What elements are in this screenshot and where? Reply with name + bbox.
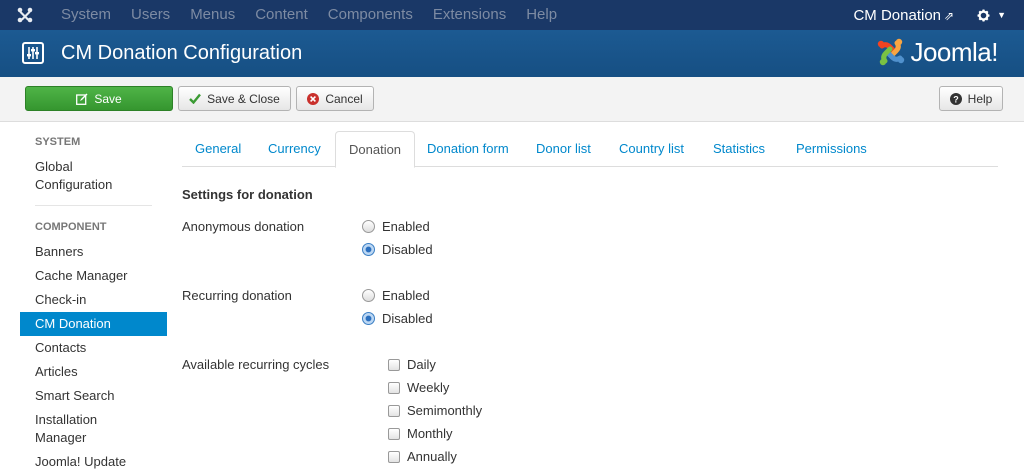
save-label: Save [94, 91, 122, 106]
brand-name: Joomla! [910, 36, 998, 67]
tab-donation-form[interactable]: Donation form [414, 131, 522, 167]
cycle-semimonthly-option[interactable]: Semimonthly [388, 403, 482, 418]
menu-content[interactable]: Content [245, 0, 318, 30]
cycle-semimonthly-checkbox[interactable] [388, 404, 400, 417]
cycle-annually-option[interactable]: Annually [388, 449, 457, 464]
sidebar-item-check-in[interactable]: Check-in [20, 291, 167, 309]
sidebar-item-articles[interactable]: Articles [20, 363, 167, 381]
option-label: Enabled [382, 219, 430, 234]
tab-permissions[interactable]: Permissions [783, 131, 880, 167]
tab-donation[interactable]: Donation [335, 131, 416, 168]
page-title: CM Donation Configuration [61, 42, 303, 64]
joomla-menu-icon[interactable] [0, 0, 50, 30]
save-close-button[interactable]: Save & Close [178, 86, 291, 111]
top-navbar: System Users Menus Content Components Ex… [0, 0, 1024, 30]
anonymous-enabled-option[interactable]: Enabled [362, 219, 430, 234]
option-label: Semimonthly [407, 403, 483, 418]
joomla-logo-icon [878, 38, 905, 66]
site-link-label: CM Donation [853, 6, 942, 24]
option-label: Daily [407, 357, 436, 372]
option-label: Weekly [407, 380, 450, 395]
save-close-label: Save & Close [207, 91, 280, 106]
menu-help[interactable]: Help [516, 0, 567, 30]
menu-components[interactable]: Components [318, 0, 423, 30]
site-link[interactable]: CM Donation ⇗ [853, 7, 954, 24]
menu-users[interactable]: Users [121, 0, 180, 30]
form-section-title: Settings for donation [182, 187, 313, 202]
external-link-icon: ⇗ [944, 8, 955, 23]
anonymous-disabled-radio[interactable] [362, 243, 375, 256]
joomla-brand: Joomla! [875, 36, 998, 68]
sidebar-item-cm-donation[interactable]: CM Donation [20, 312, 167, 336]
menu-extensions[interactable]: Extensions [423, 0, 516, 30]
recurring-enabled-radio[interactable] [362, 289, 375, 302]
svg-text:?: ? [953, 94, 959, 104]
option-label: Monthly [407, 426, 453, 441]
cancel-label: Cancel [325, 91, 363, 106]
anonymous-disabled-option[interactable]: Disabled [362, 242, 433, 257]
sidebar-item-global-configuration[interactable]: Global Configuration [20, 158, 167, 194]
cycle-annually-checkbox[interactable] [388, 450, 400, 463]
config-tabs: General Currency Donation Donation form … [182, 131, 998, 168]
menu-system[interactable]: System [50, 0, 121, 30]
caret-down-icon: ▼ [997, 10, 1006, 20]
sidebar-item-cache-manager[interactable]: Cache Manager [20, 267, 167, 285]
help-button[interactable]: ? Help [939, 86, 1003, 111]
toolbar: Save Save & Close Cancel ? Help [0, 77, 1024, 122]
cycle-weekly-option[interactable]: Weekly [388, 380, 449, 395]
sidebar-item-installation-manager[interactable]: Installation Manager [20, 411, 130, 447]
option-label: Enabled [382, 288, 430, 303]
sidebar-item-smart-search[interactable]: Smart Search [20, 387, 167, 405]
checkmark-icon [189, 93, 202, 104]
tab-currency[interactable]: Currency [255, 131, 334, 167]
cycle-monthly-checkbox[interactable] [388, 427, 400, 440]
top-menu: System Users Menus Content Components Ex… [50, 0, 567, 30]
option-label: Disabled [382, 311, 433, 326]
menu-menus[interactable]: Menus [180, 0, 245, 30]
page-header: CM Donation Configuration Joomla! [0, 30, 1024, 77]
cancel-circle-icon [307, 92, 320, 105]
tab-donor-list[interactable]: Donor list [523, 131, 604, 167]
anonymous-donation-label: Anonymous donation [182, 219, 305, 234]
equalizer-icon [22, 42, 44, 64]
tab-country-list[interactable]: Country list [606, 131, 697, 167]
option-label: Disabled [382, 242, 433, 257]
recurring-enabled-option[interactable]: Enabled [362, 288, 430, 303]
cycle-monthly-option[interactable]: Monthly [388, 426, 453, 441]
cycle-daily-option[interactable]: Daily [388, 357, 436, 372]
anonymous-enabled-radio[interactable] [362, 220, 375, 233]
top-right: CM Donation ⇗ ▼ [853, 0, 1006, 30]
gear-icon [977, 9, 990, 21]
save-button[interactable]: Save [25, 86, 173, 111]
option-label: Annually [407, 449, 457, 464]
recurring-donation-label: Recurring donation [182, 288, 292, 303]
sidebar-divider [35, 205, 152, 206]
question-circle-icon: ? [949, 92, 962, 105]
user-settings-dropdown[interactable]: ▼ [976, 8, 1006, 23]
sidebar-item-banners[interactable]: Banners [20, 243, 167, 261]
sidebar-item-joomla-update[interactable]: Joomla! Update [20, 453, 167, 471]
recurring-disabled-radio[interactable] [362, 312, 375, 325]
cancel-button[interactable]: Cancel [296, 86, 374, 111]
sidebar-item-contacts[interactable]: Contacts [20, 339, 167, 357]
cycle-weekly-checkbox[interactable] [388, 381, 400, 394]
cycle-daily-checkbox[interactable] [388, 358, 400, 371]
tab-statistics[interactable]: Statistics [700, 131, 778, 167]
sidebar-heading-component: COMPONENT [35, 221, 107, 233]
help-label: Help [967, 91, 993, 106]
recurring-cycles-label: Available recurring cycles [182, 357, 330, 372]
sidebar-heading-system: SYSTEM [35, 136, 81, 148]
recurring-disabled-option[interactable]: Disabled [362, 311, 433, 326]
tab-general[interactable]: General [182, 131, 254, 167]
edit-icon [76, 93, 88, 105]
